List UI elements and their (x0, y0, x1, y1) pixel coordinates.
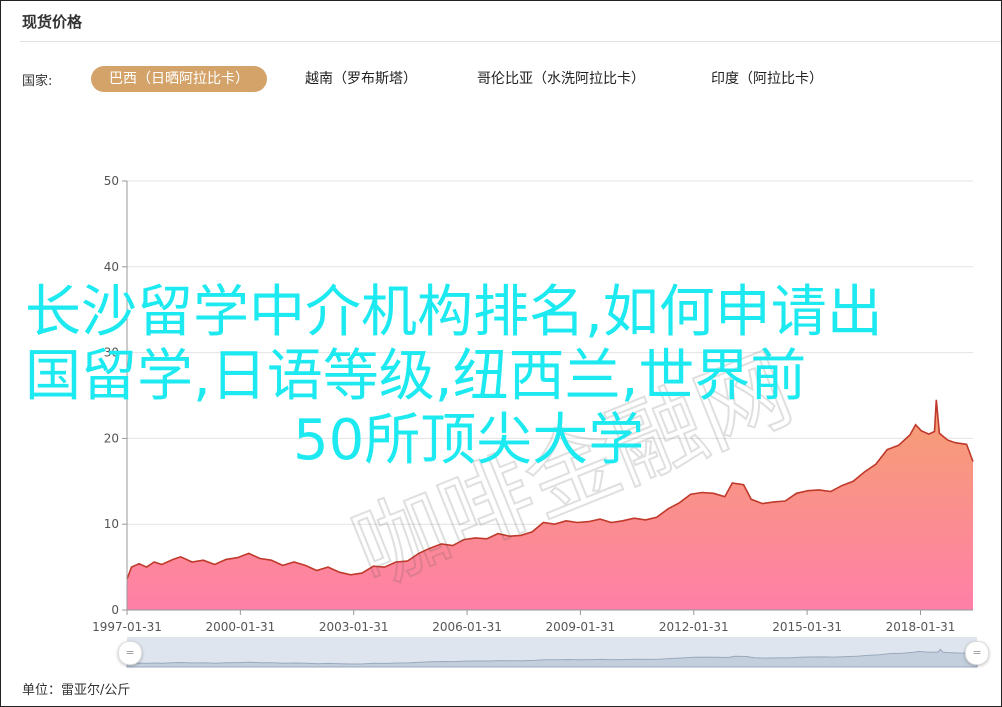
x-tick-label: 2018-01-31 (886, 620, 956, 634)
x-tick-label: 2006-01-31 (432, 620, 502, 634)
y-tick-label: 10 (104, 517, 119, 531)
x-tick-label: 2000-01-31 (205, 620, 275, 634)
chart-panel: 现货价格 国家: 巴西（日晒阿拉比卡） 越南（罗布斯塔） 哥伦比亚（水洗阿拉比卡… (0, 0, 1002, 707)
x-tick-label: 1997-01-31 (92, 620, 162, 634)
overlay-line-3: 50所顶尖大学 (293, 408, 645, 473)
y-tick-label: 20 (104, 431, 119, 445)
x-tick-label: 2009-01-31 (546, 620, 616, 634)
range-slider[interactable] (126, 637, 978, 668)
x-tick-label: 2012-01-31 (659, 620, 729, 634)
y-tick-label: 50 (104, 174, 119, 188)
x-axis-ticks: 1997-01-31 2000-01-31 2003-01-31 2006-01-31… (92, 610, 955, 634)
x-tick-label: 2003-01-31 (319, 620, 389, 634)
x-tick-label: 2015-01-31 (772, 620, 842, 634)
y-tick-label: 0 (111, 603, 119, 617)
range-handle-left[interactable]: = (118, 641, 142, 665)
unit-label: 单位：雷亚尔/公斤 (22, 683, 131, 698)
range-handle-right[interactable]: = (965, 641, 989, 665)
